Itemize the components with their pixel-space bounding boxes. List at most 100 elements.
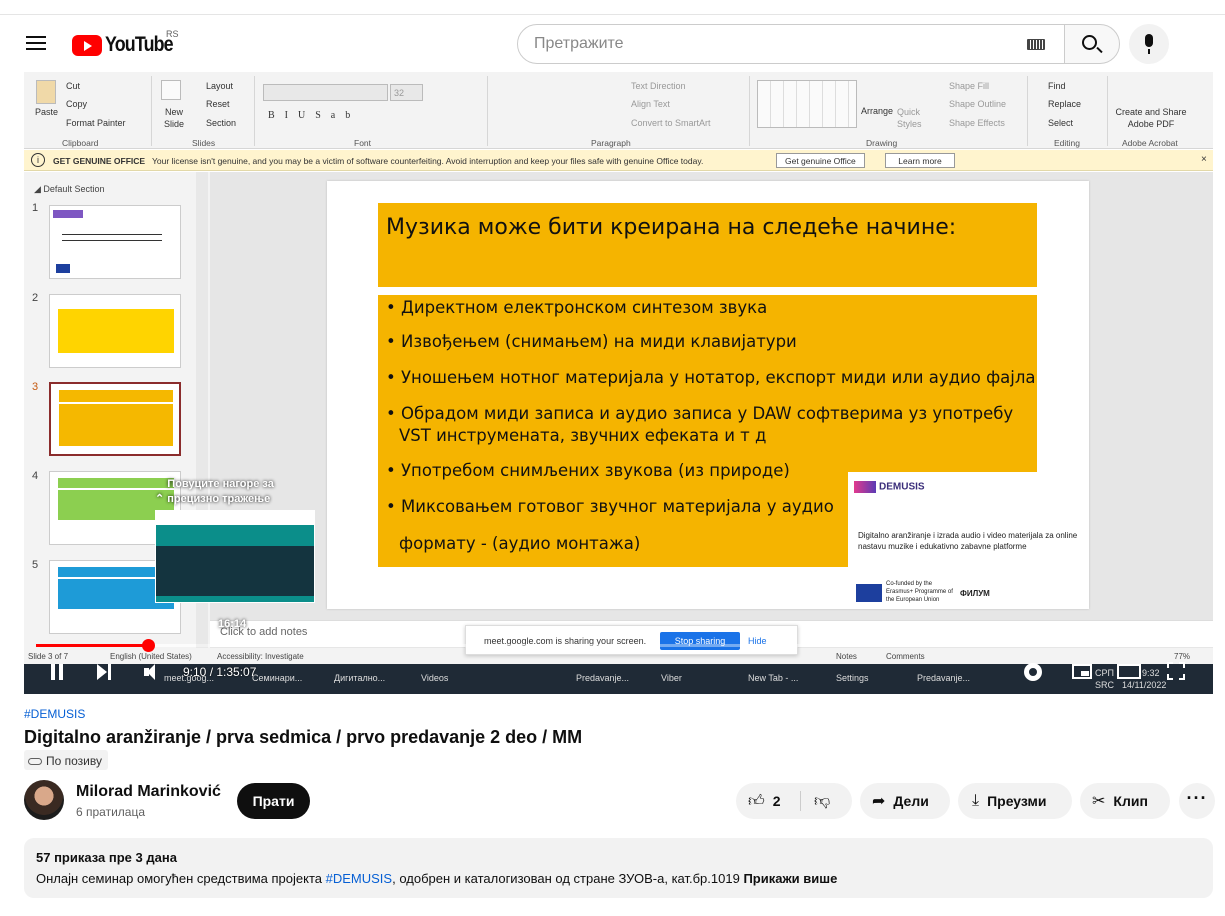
like-count[interactable]: 2 bbox=[773, 793, 781, 809]
font-size-value: 32 bbox=[394, 88, 405, 98]
search-placeholder: Претражите bbox=[534, 35, 624, 52]
shape-effects-button: Shape Effects bbox=[949, 118, 1005, 128]
description-box[interactable]: 57 приказа пре 3 дана Онлајн семинар омо… bbox=[24, 838, 1213, 898]
share-icon: ➦ bbox=[872, 793, 886, 810]
preview-band bbox=[156, 546, 314, 596]
time-display: 9:10 / 1:35:07 bbox=[183, 665, 257, 679]
smartart-button: Convert to SmartArt bbox=[631, 118, 711, 128]
voice-search-button[interactable] bbox=[1129, 24, 1169, 64]
fullscreen-icon[interactable] bbox=[1167, 662, 1185, 680]
channel-name[interactable]: Milorad Marinković bbox=[76, 783, 221, 801]
slide-thumb-1 bbox=[49, 205, 181, 279]
slide-bullet-cont: формату - (аудио монтажа) bbox=[399, 534, 641, 553]
divider bbox=[151, 76, 152, 146]
keyboard-icon[interactable] bbox=[1027, 39, 1045, 50]
tray-lang: СРП bbox=[1095, 668, 1114, 678]
video-player[interactable]: Paste Cut Copy Format Painter Clipboard … bbox=[24, 72, 1213, 694]
download-button[interactable]: ⤓ Преузми bbox=[958, 783, 1072, 819]
font-size-box: 32 bbox=[390, 84, 423, 101]
taskbar-item: Predavanje... bbox=[917, 673, 971, 683]
slide-thumb-3 bbox=[49, 382, 181, 456]
cut-button: Cut bbox=[66, 81, 81, 91]
menu-icon[interactable] bbox=[26, 36, 46, 50]
progress-bar[interactable] bbox=[36, 644, 1202, 647]
shape-fill-button: Shape Fill bbox=[949, 81, 990, 91]
taskbar-item: Дигитално... bbox=[334, 673, 386, 683]
current-slide: Музика може бити креирана на следеће нач… bbox=[327, 181, 1089, 609]
slide-bullet: • Извођењем (снимањем) на миди клавијату… bbox=[386, 332, 797, 351]
scrubber-handle[interactable] bbox=[142, 639, 155, 652]
tray-date: 14/11/2022 bbox=[1122, 680, 1167, 690]
more-actions-button[interactable]: ··· bbox=[1179, 783, 1215, 819]
font-style-buttons: BIUSab bbox=[268, 110, 361, 121]
divider bbox=[1107, 76, 1108, 146]
taskbar-item: Settings bbox=[836, 673, 869, 683]
clipboard-group: Clipboard bbox=[62, 138, 99, 148]
slide-bullet-cont: VST инструмената, звучних ефеката и т д bbox=[399, 426, 767, 445]
theater-mode-icon[interactable] bbox=[1117, 664, 1141, 679]
search-input[interactable]: Претражите bbox=[517, 24, 1065, 64]
top-divider bbox=[0, 14, 1225, 15]
subscribe-button[interactable]: Прати bbox=[237, 783, 310, 819]
preview-header bbox=[156, 511, 314, 525]
hashtag-link[interactable]: #DEMUSIS bbox=[24, 707, 85, 721]
description-prefix: Онлајн семинар омогућен средствима проје… bbox=[36, 871, 326, 886]
meet-sharing-bar: meet.google.com is sharing your screen. … bbox=[465, 625, 798, 655]
language-status: English (United States) bbox=[110, 652, 192, 661]
slide-number: 1 bbox=[32, 202, 39, 214]
subscriber-count: 6 пратилаца bbox=[76, 805, 146, 819]
bullet-text: Обрадом миди записа и аудио записа у DAW… bbox=[400, 404, 1014, 423]
format-painter-button: Format Painter bbox=[66, 118, 126, 128]
clip-button[interactable]: ✂ Клип bbox=[1080, 783, 1170, 819]
youtube-logo[interactable]: YouTube RS bbox=[72, 29, 185, 57]
dislike-icon[interactable]: 👎︎ bbox=[814, 792, 830, 811]
description-hashtag-link[interactable]: #DEMUSIS bbox=[326, 871, 392, 886]
close-icon: × bbox=[1201, 154, 1207, 165]
align-text-button: Align Text bbox=[631, 99, 670, 109]
paste-label: Paste bbox=[35, 107, 59, 117]
slide-bullet: • Уношењем нотног материјала у нотатор, … bbox=[386, 368, 1036, 387]
slide-bullet: • Директном електронском синтезом звука bbox=[386, 298, 768, 317]
pause-icon[interactable] bbox=[51, 664, 65, 680]
volume-icon[interactable] bbox=[144, 663, 164, 681]
editing-group: Editing bbox=[1054, 138, 1080, 148]
ppt-ribbon: Paste Cut Copy Format Painter Clipboard … bbox=[24, 72, 1213, 149]
link-icon bbox=[28, 757, 42, 765]
miniplayer-icon[interactable] bbox=[1072, 664, 1092, 679]
like-icon[interactable]: 👍︎ bbox=[748, 792, 765, 811]
channel-avatar[interactable] bbox=[24, 780, 64, 820]
acrobat-group: Adobe Acrobat bbox=[1122, 138, 1178, 148]
search-icon bbox=[1082, 35, 1097, 50]
quick-styles-button: Quick Styles bbox=[897, 107, 922, 129]
search-button[interactable] bbox=[1064, 24, 1120, 64]
share-button[interactable]: ➦ Дели bbox=[860, 783, 950, 819]
filum-logo: ФИЛУМ bbox=[960, 589, 990, 598]
zoom-level: 77% bbox=[1174, 652, 1191, 661]
logo-caption: Digitalno aranžiranje i izrada audio i v… bbox=[858, 531, 1078, 551]
reset-button: Reset bbox=[206, 99, 230, 109]
slide-title: Музика може бити креирана на следеће нач… bbox=[378, 203, 1037, 287]
settings-icon[interactable] bbox=[1024, 663, 1042, 681]
info-icon: i bbox=[31, 153, 45, 167]
preview-time: 16:14 bbox=[218, 618, 247, 630]
replace-button: Replace bbox=[1048, 99, 1082, 109]
slide-number: 4 bbox=[32, 470, 39, 482]
seek-preview-thumbnail bbox=[155, 510, 315, 603]
comments-toggle: Comments bbox=[886, 652, 925, 661]
next-icon[interactable] bbox=[97, 664, 111, 680]
accessibility-status: Accessibility: Investigate bbox=[217, 652, 304, 661]
like-divider bbox=[800, 791, 801, 811]
learn-more-button: Learn more bbox=[885, 153, 955, 168]
description-suffix: , одобрен и каталогизован од стране ЗУОВ… bbox=[392, 871, 744, 886]
slide-thumb-2 bbox=[49, 294, 181, 368]
shape-outline-button: Shape Outline bbox=[949, 99, 1007, 109]
bullet-text: Уношењем нотног материјала у нотатор, ек… bbox=[400, 368, 1036, 387]
download-icon: ⤓ bbox=[972, 792, 980, 809]
font-name-box bbox=[263, 84, 388, 101]
genuine-title: GET GENUINE OFFICE bbox=[53, 156, 146, 166]
divider bbox=[487, 76, 488, 146]
drawing-group: Drawing bbox=[866, 138, 898, 148]
paragraph-group: Paragraph bbox=[591, 138, 631, 148]
show-more-button[interactable]: Прикажи више bbox=[743, 871, 837, 886]
select-button: Select bbox=[1048, 118, 1074, 128]
